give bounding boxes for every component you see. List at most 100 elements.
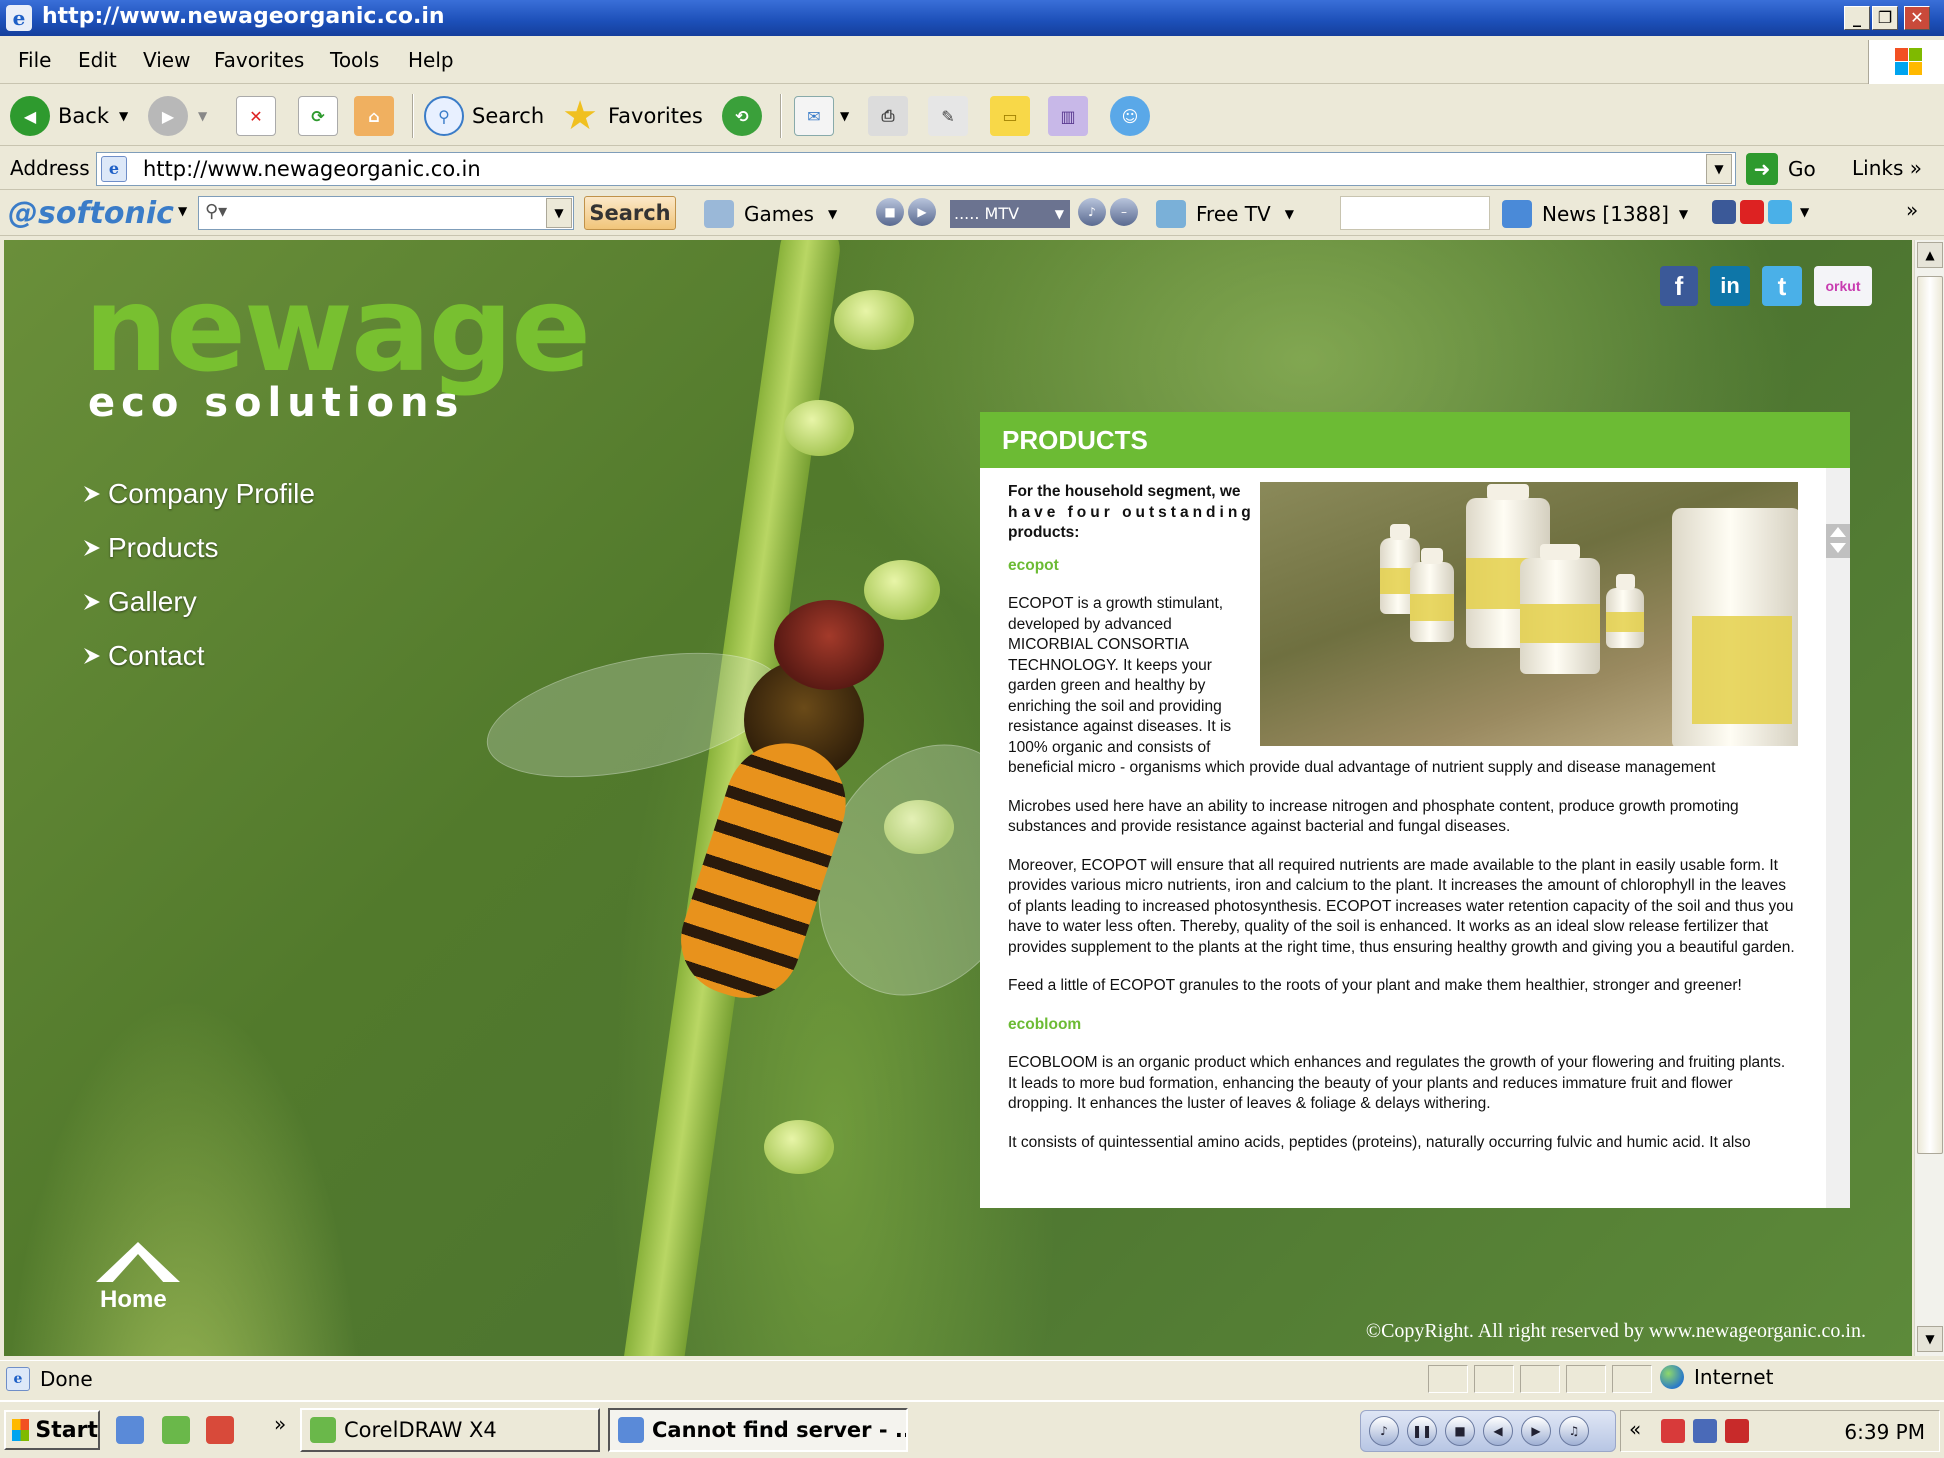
nav-products[interactable]: Products <box>84 532 219 564</box>
menu-edit[interactable]: Edit <box>78 48 117 72</box>
research-icon: ▥ <box>1048 96 1088 136</box>
softonic-logo[interactable]: @softonic <box>8 196 174 231</box>
minimize-button[interactable]: _ <box>1844 6 1870 30</box>
menu-view[interactable]: View <box>143 48 190 72</box>
facebook-icon <box>1712 200 1736 224</box>
task-ie-window[interactable]: Cannot find server - ... <box>608 1408 908 1452</box>
home-toolbar-button[interactable]: ⌂ <box>354 94 394 138</box>
messenger-button[interactable]: ☺ <box>1110 94 1150 138</box>
games-button[interactable]: Games ▼ <box>704 200 837 228</box>
page-done-icon: e <box>6 1367 30 1391</box>
forward-button[interactable]: ▶ ▼ <box>148 94 207 138</box>
menu-tools[interactable]: Tools <box>330 48 379 72</box>
panel-scrollbar[interactable] <box>1826 468 1850 1208</box>
close-button[interactable]: ✕ <box>1904 6 1930 30</box>
facebook-icon[interactable]: f <box>1660 266 1698 306</box>
site-logo[interactable]: newage <box>84 260 591 398</box>
nav-gallery[interactable]: Gallery <box>84 586 197 618</box>
links-button[interactable]: Links » <box>1852 156 1922 180</box>
mail-button[interactable]: ✉ ▼ <box>794 94 849 138</box>
chevron-left-icon[interactable]: « <box>1629 1417 1641 1441</box>
address-url[interactable]: http://www.newageorganic.co.in <box>143 157 481 181</box>
mtv-channel-select[interactable]: ..... MTV ▼ <box>950 200 1070 228</box>
back-dropdown-icon[interactable]: ▼ <box>119 109 128 123</box>
address-dropdown-icon[interactable]: ▼ <box>1706 154 1732 184</box>
twitter-icon[interactable]: t <box>1762 266 1802 306</box>
page-scrollbar[interactable]: ▲ ▼ <box>1914 240 1944 1356</box>
toolbar-separator <box>412 94 414 138</box>
softonic-dropdown-icon[interactable]: ▼ <box>178 204 187 218</box>
home-label: Home <box>100 1286 167 1313</box>
games-icon <box>704 200 734 228</box>
free-tv-label: Free TV <box>1196 202 1271 226</box>
free-tv-button[interactable]: Free TV ▼ <box>1156 200 1294 228</box>
scroll-thumb[interactable] <box>1917 276 1943 1154</box>
social-buttons[interactable]: ▼ <box>1712 200 1809 224</box>
stop-button[interactable]: ✕ <box>236 94 276 138</box>
coreldraw-icon <box>310 1417 336 1443</box>
softonic-search-dropdown-icon[interactable]: ▼ <box>546 198 572 228</box>
start-button[interactable]: Start <box>4 1410 100 1450</box>
softonic-logo-text: softonic <box>38 196 174 231</box>
scroll-down-icon[interactable]: ▼ <box>1917 1326 1943 1352</box>
history-button[interactable]: ⟲ <box>722 94 762 138</box>
status-text: Done <box>40 1367 93 1391</box>
news-icon <box>1502 200 1532 228</box>
softonic-search-button[interactable]: Search <box>584 196 676 230</box>
chevron-right-icon[interactable]: » <box>1906 198 1918 222</box>
quicklaunch-corel-icon[interactable] <box>162 1416 190 1444</box>
status-pane <box>1520 1365 1560 1393</box>
scroll-arrows-icon[interactable] <box>1826 524 1850 558</box>
volume-icon[interactable]: ♫ <box>1559 1416 1589 1446</box>
softonic-search-input[interactable]: ⚲▾ <box>198 196 574 230</box>
stop-media-icon[interactable]: ■ <box>876 198 904 226</box>
mail-dropdown-icon[interactable]: ▼ <box>840 109 849 123</box>
scroll-up-icon[interactable]: ▲ <box>1917 242 1943 268</box>
nav-contact[interactable]: Contact <box>84 640 205 672</box>
edit-button[interactable]: ✎ <box>928 94 968 138</box>
tray-flag-icon[interactable] <box>1661 1419 1685 1443</box>
forward-dropdown-icon[interactable]: ▼ <box>198 109 207 123</box>
notes-button[interactable]: ▭ <box>990 94 1030 138</box>
chevron-right-icon[interactable]: » <box>274 1412 286 1436</box>
softonic-swirl-icon: @ <box>8 196 38 231</box>
pause-icon[interactable]: ❚❚ <box>1407 1416 1437 1446</box>
menu-file[interactable]: File <box>18 48 51 72</box>
history-icon: ⟲ <box>722 96 762 136</box>
mute-icon[interactable]: – <box>1110 198 1138 226</box>
home-link[interactable]: Home <box>90 1242 186 1322</box>
tray-network-icon[interactable] <box>1693 1419 1717 1443</box>
products-content: For the household segment, we have four … <box>1008 482 1798 1202</box>
task-coreldraw[interactable]: CorelDRAW X4 <box>300 1408 600 1452</box>
favorites-toolbar-button[interactable]: ★ Favorites <box>560 93 703 139</box>
volume-icon[interactable]: ♪ <box>1078 198 1106 226</box>
security-zone: Internet <box>1660 1365 1773 1389</box>
research-button[interactable]: ▥ <box>1048 94 1088 138</box>
maximize-button[interactable]: ❐ <box>1872 6 1898 30</box>
play-media-icon[interactable]: ▶ <box>908 198 936 226</box>
address-input[interactable]: e http://www.newageorganic.co.in <box>96 152 1736 186</box>
search-toolbar-button[interactable]: ⚲ Search <box>424 94 544 138</box>
print-button[interactable]: ⎙ <box>868 94 908 138</box>
previous-icon[interactable]: ◀ <box>1483 1416 1513 1446</box>
status-pane <box>1612 1365 1652 1393</box>
orkut-icon[interactable]: orkut <box>1814 266 1872 306</box>
quicklaunch-ie-icon[interactable] <box>116 1416 144 1444</box>
linkedin-icon[interactable]: in <box>1710 266 1750 306</box>
next-icon[interactable]: ▶ <box>1521 1416 1551 1446</box>
back-button[interactable]: ◀ Back ▼ <box>10 94 128 138</box>
windows-logo-icon <box>1868 40 1944 84</box>
nav-company-profile[interactable]: Company Profile <box>84 478 315 510</box>
blank-field[interactable] <box>1340 196 1490 230</box>
stop-icon[interactable]: ■ <box>1445 1416 1475 1446</box>
printer-icon: ⎙ <box>868 96 908 136</box>
tray-shield-icon[interactable] <box>1725 1419 1749 1443</box>
go-label: Go <box>1788 157 1816 181</box>
media-logo-icon[interactable]: ♪ <box>1369 1416 1399 1446</box>
refresh-button[interactable]: ⟳ <box>298 94 338 138</box>
menu-favorites[interactable]: Favorites <box>214 48 304 72</box>
news-button[interactable]: News [1388] ▼ <box>1502 200 1688 228</box>
menu-help[interactable]: Help <box>408 48 454 72</box>
quicklaunch-app-icon[interactable] <box>206 1416 234 1444</box>
go-button[interactable]: ➜ Go <box>1746 152 1816 186</box>
